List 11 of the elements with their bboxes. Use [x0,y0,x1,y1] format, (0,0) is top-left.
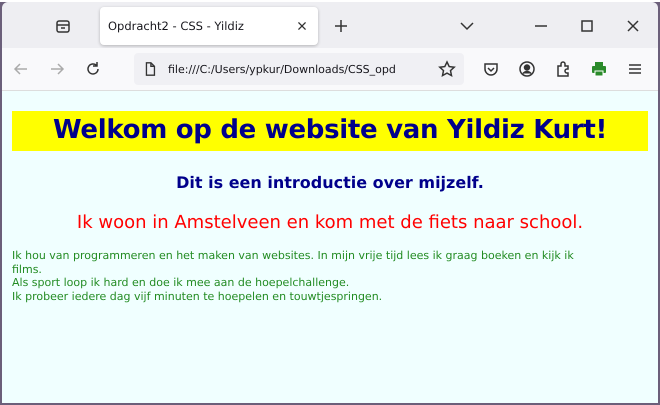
url-text: file:///C:/Users/ypkur/Downloads/CSS_opd [168,62,397,76]
page-subheading: Dit is een introductie over mijzelf. [175,173,485,192]
paragraph-text: Ik hou van programmeren en het maken van websites. In mijn vrije tijd lees ik graag boeken en kijk ik films. Als sport loop ik hard en doe ik mee aan de hoepelchallenge. Ik probeer iedere dag vijf minuten te hoepelen en touwtjespringen. [12,249,575,303]
account-icon[interactable] [518,60,536,78]
address-bar[interactable]: file:///C:/Users/ypkur/Downloads/CSS_opd [134,53,464,85]
browser-tab[interactable]: Opdracht2 - CSS - Yildiz [100,7,318,45]
printer-icon[interactable] [590,60,608,78]
new-tab-icon[interactable] [332,17,350,35]
intro-text: Ik woon in Amstelveen en kom met de fiets naar school. [76,212,584,233]
page-heading: Welkom op de website van Yildiz Kurt! [12,111,648,151]
bookmark-star-icon[interactable] [438,60,456,78]
